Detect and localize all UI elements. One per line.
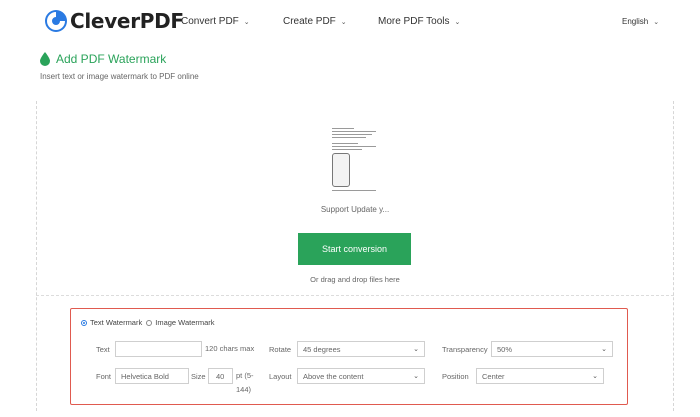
card-divider: [36, 295, 674, 296]
size-label: Size: [191, 372, 206, 381]
thumb-line: [332, 190, 376, 191]
layout-value: Above the content: [303, 371, 364, 381]
text-label: Text: [96, 345, 110, 354]
cleverpdf-logo-icon: [45, 10, 67, 32]
rotate-label: Rotate: [269, 345, 292, 354]
position-select[interactable]: Center ⌄: [476, 368, 604, 384]
rotate-value: 45 degrees: [303, 344, 341, 354]
page-title-text: Add PDF Watermark: [56, 52, 167, 66]
nav-more-pdf-tools[interactable]: More PDF Tools ⌄: [378, 16, 460, 27]
watermark-options-panel: Text Watermark Image Watermark Text 120 …: [70, 308, 628, 405]
thumb-line: [332, 149, 362, 150]
layout-select[interactable]: Above the content ⌄: [297, 368, 425, 384]
page-subtitle: Insert text or image watermark to PDF on…: [40, 72, 199, 81]
font-label: Font: [96, 372, 112, 381]
chevron-down-icon: ⌄: [340, 18, 347, 26]
transparency-value: 50%: [497, 344, 513, 354]
layout-label: Layout: [269, 372, 292, 381]
top-header: CleverPDF Convert PDF ⌄ Create PDF ⌄ Mor…: [0, 0, 700, 44]
transparency-label: Transparency: [442, 345, 488, 354]
thumb-line: [332, 143, 358, 144]
chevron-down-icon: ⌄: [454, 18, 461, 26]
nav-create-pdf[interactable]: Create PDF ⌄: [283, 16, 347, 27]
size-range-line2: 144): [236, 385, 252, 394]
position-label: Position: [442, 372, 469, 381]
chevron-down-icon: ⌄: [592, 373, 598, 380]
image-watermark-label[interactable]: Image Watermark: [155, 318, 214, 327]
text-watermark-label[interactable]: Text Watermark: [90, 318, 142, 327]
thumb-line: [332, 131, 376, 132]
radio-text-watermark[interactable]: [81, 319, 87, 326]
watermark-text-input[interactable]: [115, 341, 202, 357]
nav-create-pdf-label: Create PDF: [283, 16, 336, 27]
brand-name: CleverPDF: [70, 9, 184, 33]
chevron-down-icon: ⌄: [653, 18, 660, 26]
font-value: Helvetica Bold: [121, 371, 169, 381]
transparency-select[interactable]: 50% ⌄: [491, 341, 613, 357]
radio-image-watermark[interactable]: [146, 319, 153, 326]
drag-drop-hint: Or drag and drop files here: [310, 275, 400, 284]
nav-more-pdf-tools-label: More PDF Tools: [378, 16, 450, 27]
chevron-down-icon: ⌄: [413, 346, 419, 353]
chevron-down-icon: ⌄: [601, 346, 607, 353]
watermark-type-selector: Text Watermark Image Watermark: [81, 318, 219, 327]
nav-convert-pdf[interactable]: Convert PDF ⌄: [181, 16, 250, 27]
pdf-thumbnail[interactable]: [330, 126, 378, 192]
thumb-line: [332, 137, 366, 138]
thumb-line: [332, 146, 376, 147]
size-range-line1: pt (5-: [236, 371, 254, 380]
size-input[interactable]: 40: [208, 368, 233, 384]
font-select[interactable]: Helvetica Bold: [115, 368, 189, 384]
brand-logo[interactable]: CleverPDF: [44, 9, 184, 33]
thumb-line: [332, 134, 372, 135]
chevron-down-icon: ⌄: [243, 18, 250, 26]
phone-image: [332, 153, 350, 187]
chevron-down-icon: ⌄: [413, 373, 419, 380]
rotate-select[interactable]: 45 degrees ⌄: [297, 341, 425, 357]
start-conversion-button[interactable]: Start conversion: [298, 233, 411, 265]
position-value: Center: [482, 371, 505, 381]
nav-convert-pdf-label: Convert PDF: [181, 16, 239, 27]
file-name: Support Update y...: [320, 205, 390, 214]
watermark-drop-icon: [40, 52, 50, 66]
language-selector[interactable]: English ⌄: [622, 17, 659, 26]
size-range-note: pt (5- 144): [236, 369, 254, 397]
language-label: English: [622, 17, 649, 26]
page-title: Add PDF Watermark: [40, 52, 166, 66]
text-max-note: 120 chars max: [205, 344, 255, 353]
thumb-line: [332, 128, 354, 129]
